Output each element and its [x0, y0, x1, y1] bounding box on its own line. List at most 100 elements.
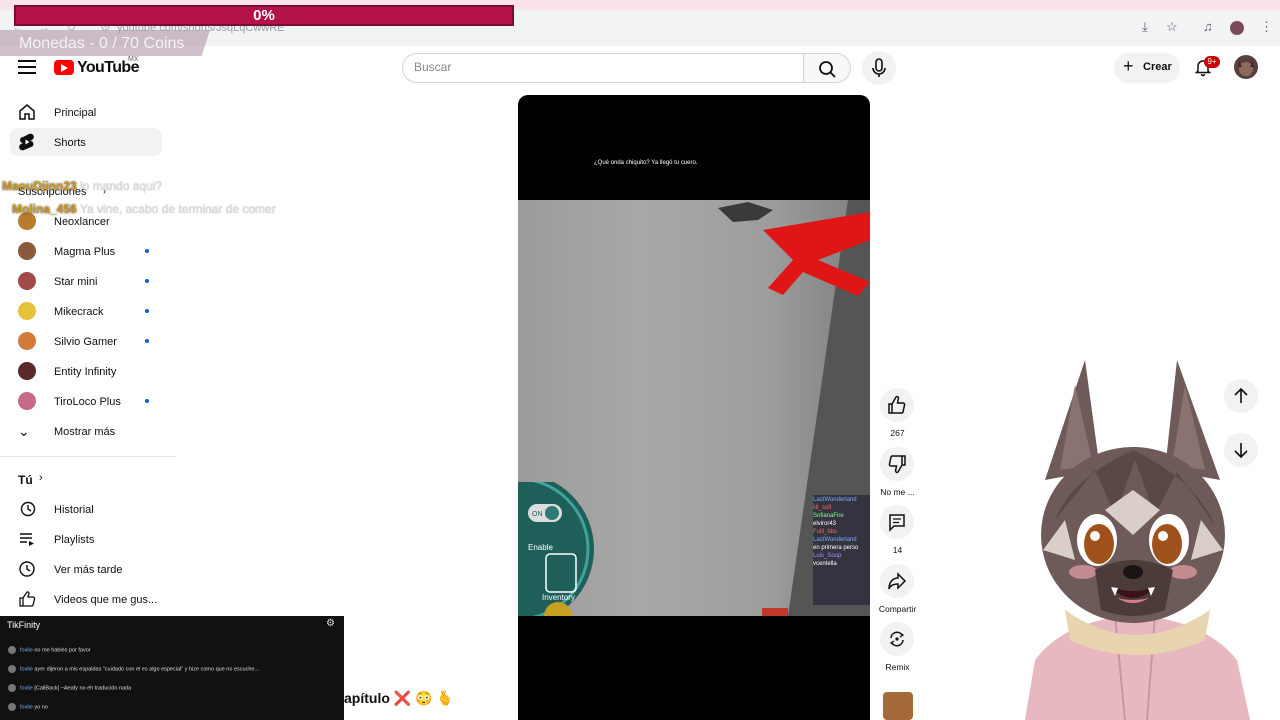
more-icon[interactable]: ⋮	[1260, 19, 1273, 35]
sidebar-item-label: Entity Infinity	[54, 366, 117, 378]
video-caption: ¿Qué onda chiquito? Ya llegó tu cuero.	[594, 160, 698, 166]
mic-icon	[872, 58, 886, 77]
profile-icon[interactable]	[1230, 21, 1244, 35]
chat-text: [CallBack] ~Aeafy no eh traducido nada	[34, 685, 132, 692]
search-button[interactable]	[804, 53, 851, 83]
sidebar-item-label: Silvio Gamer	[54, 336, 117, 348]
playlists-icon	[20, 533, 34, 546]
sidebar-item-label: Star mini	[54, 276, 98, 288]
sidebar-item-label: Ver más tarde	[54, 564, 123, 576]
sidebar-item-label: Principal	[54, 107, 97, 119]
avatar	[8, 684, 16, 692]
media-icon[interactable]: ♫	[1203, 19, 1213, 34]
chat-text: no me hables por favor	[34, 647, 91, 654]
plus-icon: +	[1123, 56, 1134, 76]
youtube-logo-icon[interactable]	[54, 60, 74, 75]
like-button[interactable]	[880, 388, 914, 422]
new-content-dot	[145, 399, 149, 403]
channel-avatar	[18, 392, 36, 410]
share-button[interactable]	[880, 564, 914, 598]
channel-avatar	[18, 332, 36, 350]
dislike-icon	[888, 455, 906, 474]
new-content-dot	[145, 339, 149, 343]
avatar	[8, 665, 16, 673]
menu-icon[interactable]	[18, 60, 36, 74]
home-icon	[19, 104, 35, 120]
sidebar-item-label: Neoxlancer	[54, 216, 110, 228]
like-count: 267	[890, 428, 905, 438]
sidebar-divider	[0, 456, 175, 457]
liked-icon	[19, 591, 36, 607]
progress-label: 0%	[253, 7, 275, 24]
install-icon[interactable]: ⤓	[1142, 19, 1148, 35]
chevron-right-icon: ›	[39, 472, 43, 484]
comments-button[interactable]	[880, 505, 914, 539]
share-icon	[888, 572, 907, 590]
comments-icon	[889, 514, 905, 532]
shorts-icon	[19, 133, 34, 151]
new-content-dot	[145, 279, 149, 283]
hud-inventory-label: Inventory	[542, 593, 575, 602]
sidebar-item-label: Historial	[54, 504, 94, 516]
game-hud: ON Enable Inventory	[442, 473, 596, 625]
notification-badge: 9+	[1204, 56, 1220, 68]
hud-toggle-label: ON	[532, 511, 543, 518]
sidebar-item-label: Videos que me gus...	[54, 594, 158, 606]
avatar[interactable]	[1234, 55, 1258, 79]
voice-search-button[interactable]	[862, 51, 896, 85]
remix-button[interactable]	[880, 622, 914, 656]
channel-avatar	[18, 362, 36, 380]
create-label: Crear	[1143, 61, 1172, 73]
sidebar-item-label: TiroLoco Plus	[54, 396, 121, 408]
chat-panel-message: foxlie no me hables por favor	[8, 646, 91, 654]
new-content-dot	[145, 309, 149, 313]
chat-text: ayer dijeron a mis espaldas "cuidado con…	[34, 666, 260, 673]
avatar	[8, 703, 16, 711]
sidebar-item-label: Shorts	[54, 137, 86, 149]
you-section-title[interactable]: Tú	[18, 473, 33, 487]
search-icon	[819, 61, 836, 78]
hud-enable-label: Enable	[528, 543, 553, 552]
chat-overlay-line: MaouDjinn23 lo mando aqui?	[2, 179, 162, 193]
share-label: Compartir	[878, 604, 917, 614]
chat-message: Ya vine, acabo de terminar de comer	[79, 202, 276, 216]
channel-avatar	[18, 272, 36, 290]
chat-username: foxlie	[20, 704, 33, 711]
chat-message: lo mando aqui?	[80, 179, 163, 193]
chat-panel-message: foxlie [CallBack] ~Aeafy no eh traducido…	[8, 684, 131, 692]
sound-thumbnail[interactable]	[883, 692, 913, 720]
sidebar-item-label: Playlists	[54, 534, 95, 546]
game-chat-line: LastWonderland	[813, 537, 857, 543]
vtuber-avatar	[1025, 360, 1250, 720]
watch-later-icon	[19, 561, 35, 577]
avatar	[8, 646, 16, 654]
dislike-button[interactable]	[880, 447, 914, 481]
game-chat: LastWonderland lilt_soll SofianaFire elviro…	[813, 495, 870, 605]
gear-icon[interactable]: ⚙	[326, 618, 335, 629]
game-chat-line: vcentella	[813, 561, 837, 567]
game-chat-line: LastWonderland	[813, 497, 857, 503]
chat-panel-title: TikFinity	[7, 620, 41, 630]
game-chat-line: SofianaFire	[813, 513, 844, 519]
sidebar-item-label: Magma Plus	[54, 246, 116, 258]
country-code: MX	[128, 56, 139, 63]
chat-username: foxlie	[20, 666, 33, 673]
progress-bar: 0%	[14, 5, 514, 26]
remix-icon	[889, 631, 905, 647]
like-icon	[888, 395, 906, 414]
chat-username: Molina_456	[12, 202, 77, 216]
game-chat-line: Luis_Soup	[813, 553, 842, 559]
video-title[interactable]: apítulo ❌ 😳 🫰	[344, 690, 454, 707]
chat-panel-message: foxlie yo no	[8, 703, 48, 711]
game-chat-line: Fulli_bbs	[813, 529, 838, 535]
search-input[interactable]	[414, 60, 794, 74]
game-chat-line: en primera perso	[813, 545, 859, 551]
game-chat-line: lilt_soll	[813, 505, 832, 511]
channel-avatar	[18, 242, 36, 260]
remix-label: Remix	[885, 662, 910, 672]
chat-username: foxlie	[20, 685, 33, 692]
sidebar-item-label: Mikecrack	[54, 306, 104, 318]
new-content-dot	[145, 249, 149, 253]
star-icon[interactable]: ☆	[1166, 19, 1178, 35]
game-marker	[762, 608, 788, 616]
